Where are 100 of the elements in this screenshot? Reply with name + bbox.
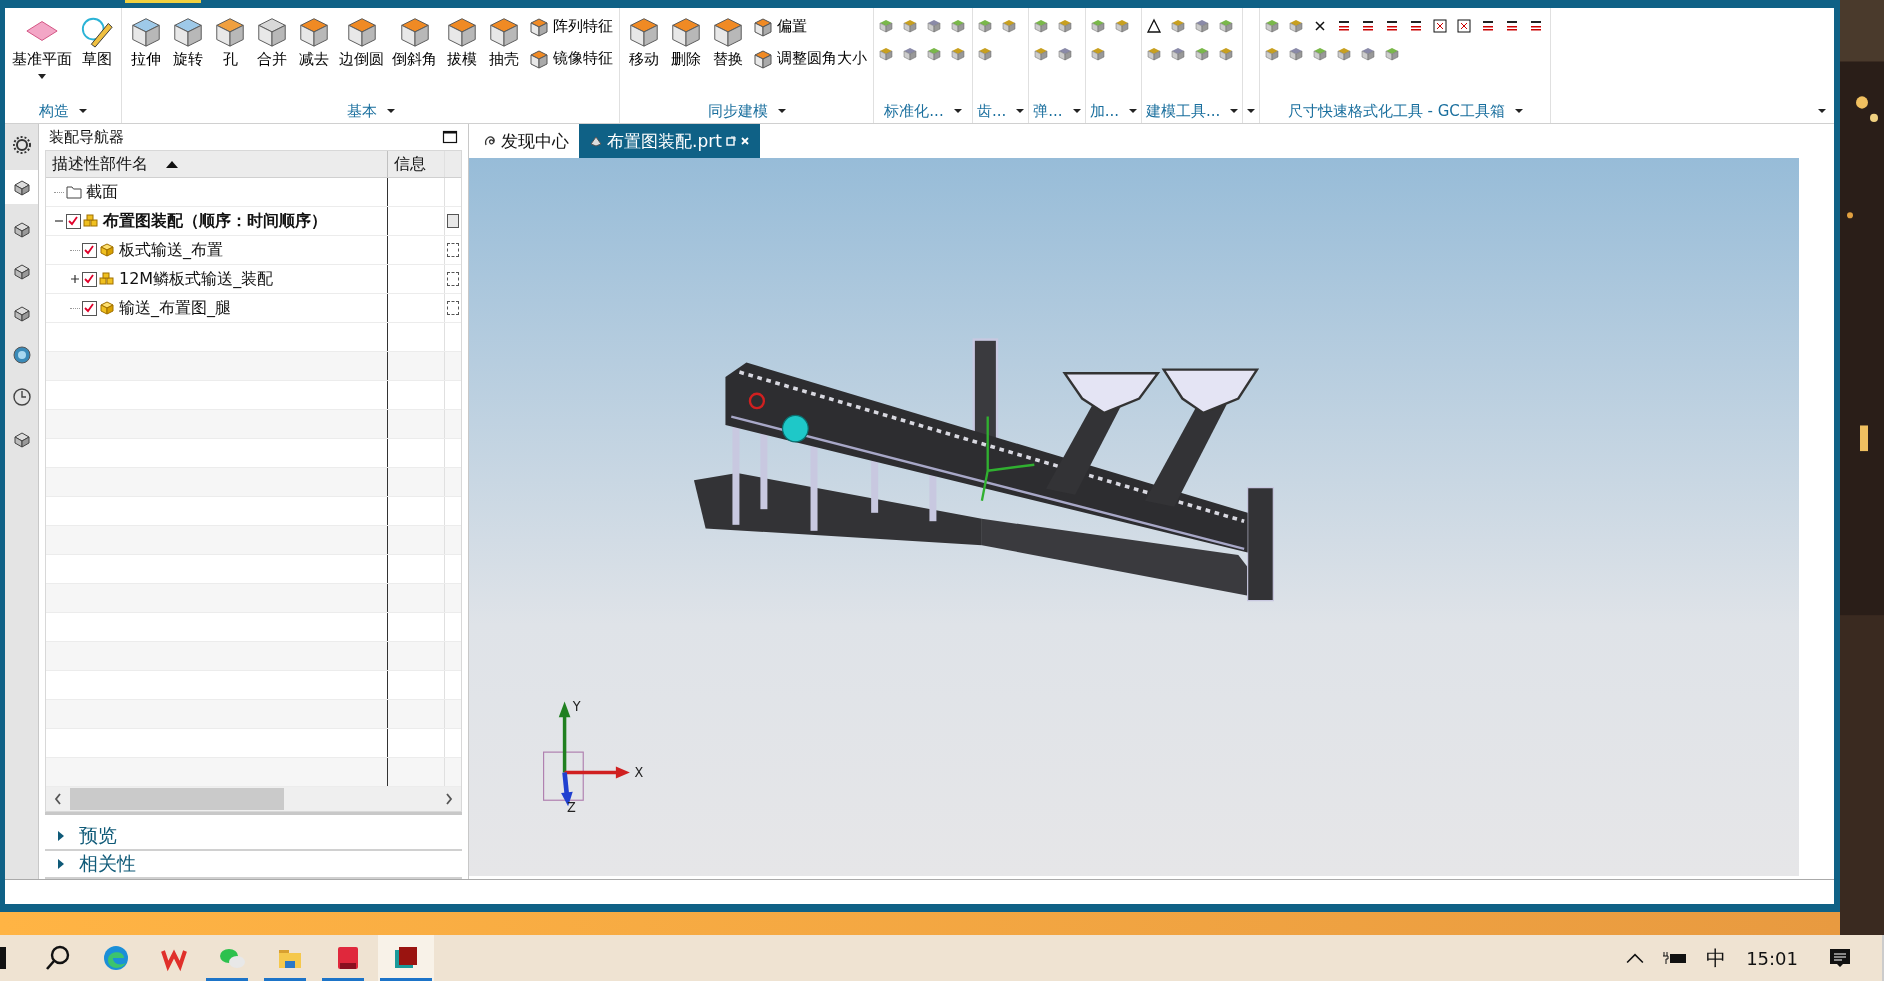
caret-icon[interactable] xyxy=(777,109,786,114)
ribbon-button[interactable]: 倒斜角 xyxy=(389,11,440,71)
ribbon-button[interactable]: 旋转 xyxy=(168,11,208,71)
cube-icon xyxy=(99,243,115,257)
conveyor-model-drawing[interactable] xyxy=(693,338,1274,602)
group-label: 尺寸快速格式化工具 - GC工具箱 xyxy=(1287,101,1505,121)
caret-icon[interactable] xyxy=(953,109,962,114)
ribbon-button[interactable]: 基准平面 xyxy=(9,11,75,81)
ribbon-button[interactable]: 抽壳 xyxy=(484,11,524,71)
cube-icon xyxy=(1336,45,1353,62)
tree-node-label[interactable]: 布置图装配（顺序：时间顺序） xyxy=(103,210,327,232)
axis-label: X xyxy=(634,765,644,781)
cube-icon xyxy=(1264,17,1281,34)
cube-icon xyxy=(878,45,894,62)
group-label: 构造 xyxy=(39,101,69,121)
cube-icon xyxy=(1001,17,1017,34)
cube-icon xyxy=(878,17,894,34)
caret-icon[interactable] xyxy=(79,109,87,114)
cube-icon xyxy=(1145,45,1162,62)
checkbox[interactable] xyxy=(82,300,97,316)
caret-icon[interactable] xyxy=(386,109,395,114)
gear-icon xyxy=(11,135,32,156)
resource-bar-tab[interactable] xyxy=(5,170,38,205)
input-method-indicator[interactable]: 中 xyxy=(1706,944,1727,972)
tree-node-label[interactable]: 输送_布置图_腿 xyxy=(119,297,231,319)
cube-icon xyxy=(1217,17,1234,34)
caret-icon[interactable] xyxy=(1818,109,1826,114)
triangle-icon xyxy=(1145,17,1162,34)
axis-label: Z xyxy=(566,800,576,816)
caret-icon[interactable] xyxy=(1072,109,1081,114)
clock[interactable]: 15:01 xyxy=(1746,947,1798,969)
battery-icon[interactable] xyxy=(1662,950,1689,966)
document-tab[interactable]: 布置图装配.prt xyxy=(579,124,760,159)
cube-icon xyxy=(1057,17,1074,34)
cube-icon xyxy=(1089,17,1106,34)
checkbox[interactable] xyxy=(82,242,97,258)
ribbon-button[interactable]: 偏置 xyxy=(750,15,869,38)
tool-button[interactable] xyxy=(1145,17,1164,36)
ribbon-button[interactable]: 调整圆角大小 xyxy=(750,47,869,70)
status-icon xyxy=(447,214,459,228)
caret-icon[interactable] xyxy=(1016,109,1025,114)
ribbon-button[interactable]: 替换 xyxy=(708,11,748,71)
cube-icon xyxy=(1217,45,1234,62)
maximize-icon[interactable] xyxy=(442,129,458,146)
scrollbar-thumb[interactable] xyxy=(70,788,284,810)
panel-header[interactable]: 相关性 xyxy=(45,851,462,880)
group-label: 齿... xyxy=(977,101,1007,121)
ribbon-button[interactable]: 移动 xyxy=(624,11,664,71)
tree-node-label[interactable]: 板式输送_布置 xyxy=(119,239,223,261)
cube-icon xyxy=(1113,17,1130,34)
notification-icon[interactable] xyxy=(1828,946,1852,970)
checkbox[interactable] xyxy=(66,213,81,229)
ribbon-button[interactable]: 镜像特征 xyxy=(526,47,615,70)
caret-icon[interactable] xyxy=(1514,109,1523,114)
tree-node-label[interactable]: 12M鳞板式输送_装配 xyxy=(119,268,274,290)
checkbox[interactable] xyxy=(82,271,97,287)
axis-label: Y xyxy=(572,699,581,715)
cube-icon xyxy=(977,45,993,62)
ribbon-button[interactable]: 拉伸 xyxy=(126,11,166,71)
cube-icon xyxy=(1057,45,1074,62)
ribbon-button[interactable]: 减去 xyxy=(294,11,334,71)
caret-icon xyxy=(38,73,46,79)
expand-icon[interactable] xyxy=(70,274,80,284)
cube-icon xyxy=(926,45,942,62)
cube-icon xyxy=(926,17,942,34)
cubes-icon xyxy=(83,214,99,228)
ribbon-button[interactable]: 草图 xyxy=(77,11,117,71)
group-label: 基本 xyxy=(346,101,377,121)
boxed-cross-icon xyxy=(1432,17,1449,34)
close-icon[interactable] xyxy=(739,136,750,147)
column-header[interactable]: 信息 xyxy=(388,151,445,177)
ribbon-button[interactable]: 拔模 xyxy=(442,11,482,71)
tree-node-label[interactable]: 截面 xyxy=(86,181,118,203)
panel-header[interactable]: 预览 xyxy=(45,823,462,852)
status-icon xyxy=(447,301,459,315)
cube-icon xyxy=(902,45,918,62)
cube-icon xyxy=(1089,45,1106,62)
cube-icon xyxy=(1312,45,1329,62)
taskbar-app[interactable] xyxy=(378,935,434,981)
chevron-up-icon[interactable] xyxy=(1626,952,1645,964)
column-header[interactable]: 描述性部件名 xyxy=(46,151,388,177)
undock-icon[interactable] xyxy=(725,136,736,147)
ribbon-button[interactable]: 阵列特征 xyxy=(526,15,615,38)
cube-icon xyxy=(1033,17,1050,34)
cube-icon xyxy=(1169,45,1186,62)
ribbon-button[interactable]: 删除 xyxy=(666,11,706,71)
cube-icon xyxy=(950,17,966,34)
ribbon-button[interactable]: 边倒圆 xyxy=(336,11,387,71)
panel-title: 装配导航器 xyxy=(49,127,124,147)
search-icon xyxy=(44,944,72,972)
cube-icon xyxy=(902,17,918,34)
ribbon-button[interactable]: 合并 xyxy=(252,11,292,71)
cube-icon xyxy=(977,17,993,34)
group-label: 建模工具... xyxy=(1145,101,1221,121)
caret-icon[interactable] xyxy=(1128,109,1137,114)
ribbon-button[interactable]: 孔 xyxy=(210,11,250,71)
cube-icon xyxy=(1033,45,1050,62)
cube-icon xyxy=(1288,17,1305,34)
cube-icon xyxy=(950,45,966,62)
status-icon xyxy=(447,272,459,286)
